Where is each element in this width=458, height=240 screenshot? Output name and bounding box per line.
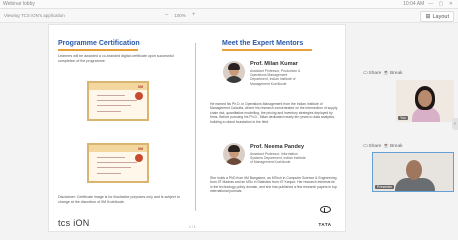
seal-icon [135,154,143,162]
title-underline [222,49,312,51]
mentor-photo [223,61,245,83]
column-divider [195,43,196,211]
sharing-status: Viewing TCS iON's application [4,13,65,18]
certificate-image: IIM [87,143,149,183]
participants-panel: ▭ Share ☕ Break ▭ Share ☕ Break You Pres… [360,60,458,192]
certification-title: Programme Certification [58,40,140,47]
clock: 10:04 AM [403,1,425,7]
screen-share-icon: ▭ [363,144,368,149]
webinar-window: Webinar lobby 10:04 AM — ▢ ✕ Viewing TCS… [0,0,458,240]
tata-wordmark: TATA [318,222,332,227]
participant-video-tile[interactable]: You [396,80,454,122]
certificate-logo: IIM [138,146,143,151]
participant-tag: You [398,116,408,120]
certificate-image: IIM [87,81,149,121]
tcs-ion-logo: tcs iON [58,218,90,228]
title-bar: Webinar lobby 10:04 AM — ▢ ✕ [0,0,458,9]
toolbar: Viewing TCS iON's application – 100% + ⊞… [0,9,458,23]
coffee-icon: ☕ [383,71,389,76]
share-control[interactable]: ▭ Share [363,71,381,76]
layout-label: Layout [432,13,449,20]
mentor-role: Assistant Professor, Information Systems… [250,152,306,165]
participant-tag: Presenter [375,185,395,189]
mentor-bio: She holds a PhD from IIM Bangalore, an M… [210,176,337,194]
zoom-control: – 100% + [165,12,195,18]
tata-logo: TATA [315,206,335,231]
mentor-photo [223,143,245,165]
participant-video-tile-active[interactable]: Presenter [372,152,454,192]
title-underline [58,49,138,51]
zoom-in-button[interactable]: + [192,12,196,18]
layout-button[interactable]: ⊞ Layout [420,11,454,22]
break-control[interactable]: ☕ Break [383,71,403,76]
mentor-bio: He earned his Ph.D. in Operations Manage… [210,102,338,124]
window-title: Webinar lobby [3,1,35,7]
certification-description: Learners will be awarded a co-branded di… [58,54,174,63]
certificate-logo: IIM [138,84,143,89]
disclaimer-text: Disclaimer: Certificate image is for ill… [58,195,180,204]
mentors-title: Meet the Expert Mentors [222,40,304,47]
break-control[interactable]: ☕ Break [383,144,403,149]
mentor-role: Assistant Professor, Production & Operat… [250,69,301,86]
window-controls[interactable]: — ▢ ✕ [428,1,455,7]
page-indicator: 1 / 1 [189,225,196,229]
zoom-out-button[interactable]: – [165,12,168,18]
mentor-name: Prof. Neema Pandey [250,144,305,150]
shared-slide: Programme Certification Learners will be… [48,24,346,232]
grid-icon: ⊞ [425,14,431,20]
zoom-value: 100% [174,12,186,18]
share-control[interactable]: ▭ Share [363,144,381,149]
tata-emblem-icon [319,206,331,213]
seal-icon [135,92,143,100]
screen-share-icon: ▭ [363,71,368,76]
coffee-icon: ☕ [383,144,389,149]
mentor-name: Prof. Milan Kumar [250,61,298,67]
collapse-panel-icon[interactable]: ‹ [452,118,458,130]
